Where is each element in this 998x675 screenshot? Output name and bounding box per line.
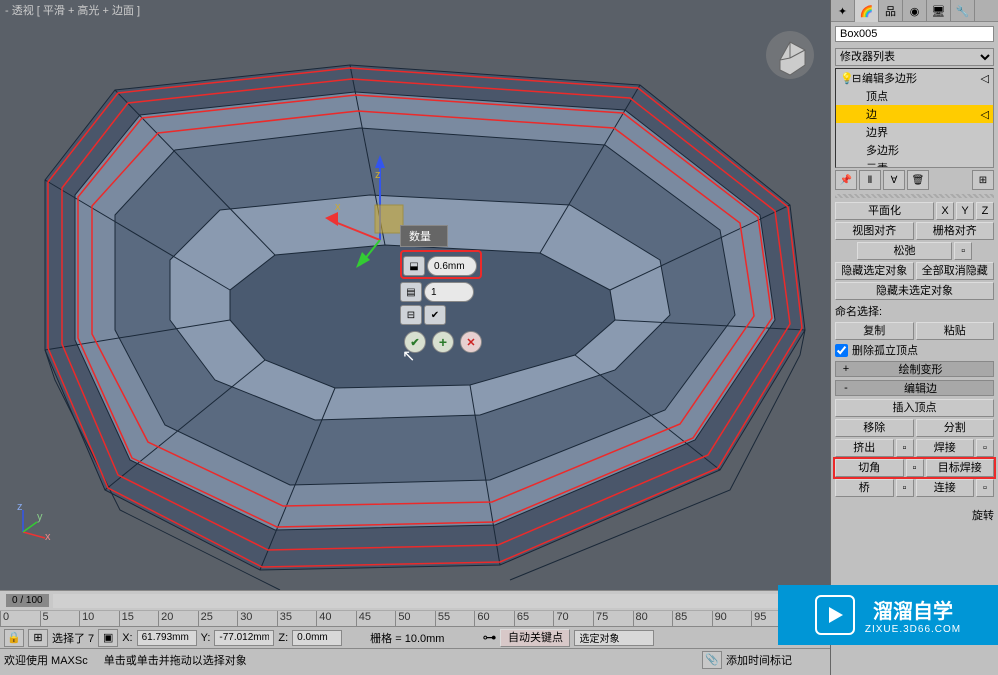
chamfer-segments-icon[interactable]: ▤	[400, 282, 422, 302]
delete-isolated-check[interactable]: 删除孤立顶点	[835, 342, 994, 358]
weld-settings-button[interactable]: ▫	[976, 439, 994, 457]
display-tab[interactable]: 🖥	[927, 0, 951, 22]
show-result-button[interactable]: Ⅱ	[859, 170, 881, 190]
view-align-button[interactable]: 视图对齐	[835, 222, 914, 240]
watermark: 溜溜自学 ZIXUE.3D66.COM	[778, 585, 998, 645]
timeline-position: 0 / 100	[6, 594, 49, 607]
target-weld-button[interactable]: 目标焊接	[926, 459, 995, 477]
modifier-stack[interactable]: 💡⊟编辑多边形◁ 顶点 边◁ 边界 多边形 元素 Box	[835, 68, 994, 168]
connect-button[interactable]: 连接	[916, 479, 975, 497]
panel-tabs: ✦ 🌈 品 ◉ 🖥 🔧	[831, 0, 998, 22]
hint-text: 单击或单击并拖动以选择对象	[104, 652, 247, 668]
chamfer-open-icon[interactable]: ⊟	[400, 305, 422, 325]
chamfer-amount-input[interactable]	[427, 256, 477, 276]
object-name-field[interactable]	[835, 26, 994, 44]
modifier-list-dropdown[interactable]: 修改器列表	[835, 48, 994, 66]
svg-text:x: x	[45, 531, 51, 540]
connect-settings-button[interactable]: ▫	[976, 479, 994, 497]
stack-vertex[interactable]: 顶点	[836, 87, 993, 105]
timeline-track[interactable]	[53, 594, 826, 608]
motion-tab[interactable]: ◉	[903, 0, 927, 22]
pin-stack-button[interactable]: 📌	[835, 170, 857, 190]
remove-button[interactable]: 移除	[835, 419, 914, 437]
lock-icon: 🔒	[7, 631, 21, 644]
chamfer-amount-icon[interactable]: ⬓	[403, 256, 425, 276]
selection-target-input[interactable]	[574, 630, 654, 646]
command-panel: ✦ 🌈 品 ◉ 🖥 🔧 修改器列表 💡⊟编辑多边形◁ 顶点 边◁ 边界 多边形 …	[830, 0, 998, 675]
chamfer-button[interactable]: 切角	[835, 459, 904, 477]
relax-settings-button[interactable]: ▫	[954, 242, 972, 260]
extrude-settings-button[interactable]: ▫	[896, 439, 914, 457]
paste-button[interactable]: 粘贴	[916, 322, 995, 340]
paint-deform-rollout[interactable]: +绘制变形	[835, 361, 994, 377]
time-ruler[interactable]: 0 5 10 15 20 25 30 35 40 45 50 55 60 65 …	[0, 610, 830, 626]
stack-edit-poly[interactable]: 💡⊟编辑多边形◁	[836, 69, 993, 87]
cursor-icon: ↖	[402, 346, 415, 366]
split-button[interactable]: 分割	[916, 419, 995, 437]
grid-align-button[interactable]: 栅格对齐	[916, 222, 995, 240]
bridge-button[interactable]: 桥	[835, 479, 894, 497]
viewport-3d[interactable]: - 透视 [ 平滑 + 高光 + 边面 ]	[0, 0, 830, 590]
unhide-all-button[interactable]: 全部取消隐藏	[916, 262, 995, 280]
transform-y-input[interactable]	[214, 630, 274, 646]
welcome-text: 欢迎使用 MAXSc	[4, 652, 88, 668]
svg-text:y: y	[37, 511, 43, 523]
planar-y-button[interactable]: Y	[956, 202, 974, 220]
chamfer-option-icon[interactable]: ✔	[424, 305, 446, 325]
hierarchy-tab[interactable]: 品	[879, 0, 903, 22]
transform-z-input[interactable]	[292, 630, 342, 646]
stack-edge[interactable]: 边◁	[836, 105, 993, 123]
chamfer-caddy: 数量 ⬓ ▤ ⊟ ✔ ✔ + ✕	[400, 225, 482, 353]
addtime-icon[interactable]: 📎	[702, 651, 722, 669]
key-lock-icon[interactable]: ⊶	[482, 629, 496, 646]
autokey-button[interactable]: 自动关键点	[500, 629, 570, 647]
edit-edges-rollout[interactable]: -编辑边	[835, 380, 994, 396]
selection-count: 选择了 7	[52, 630, 94, 646]
bridge-settings-button[interactable]: ▫	[896, 479, 914, 497]
caddy-cancel-button[interactable]: ✕	[460, 331, 482, 353]
transform-x-input[interactable]	[137, 630, 197, 646]
axis-indicator: z x y	[15, 500, 55, 540]
caddy-apply-button[interactable]: +	[432, 331, 454, 353]
lock-selection-button[interactable]: 🔒	[4, 629, 24, 647]
timeline[interactable]: 0 / 100	[0, 590, 830, 610]
snap-button[interactable]: ⊞	[28, 629, 48, 647]
transform-icon[interactable]: ▣	[98, 629, 118, 647]
svg-text:z: z	[17, 501, 23, 513]
named-sel-label: 命名选择:	[835, 303, 994, 319]
grid-status: 栅格 = 10.0mm	[370, 630, 444, 646]
configure-button[interactable]: ⊞	[972, 170, 994, 190]
hide-selected-button[interactable]: 隐藏选定对象	[835, 262, 914, 280]
chamfer-segments-input[interactable]	[424, 282, 474, 302]
insert-vertex-button[interactable]: 插入顶点	[835, 399, 994, 417]
chamfer-settings-button[interactable]: ▫	[906, 459, 924, 477]
relax-button[interactable]: 松弛	[857, 242, 952, 260]
stack-polygon[interactable]: 多边形	[836, 141, 993, 159]
make-unique-button[interactable]: ∀	[883, 170, 905, 190]
utilities-tab[interactable]: 🔧	[951, 0, 975, 22]
play-icon	[815, 595, 855, 635]
planar-x-button[interactable]: X	[936, 202, 954, 220]
copy-button[interactable]: 复制	[835, 322, 914, 340]
extrude-button[interactable]: 挤出	[835, 439, 894, 457]
stack-element[interactable]: 元素	[836, 159, 993, 168]
stack-border[interactable]: 边界	[836, 123, 993, 141]
planar-z-button[interactable]: Z	[976, 202, 994, 220]
modify-tab[interactable]: 🌈	[855, 0, 879, 22]
weld-button[interactable]: 焊接	[916, 439, 975, 457]
remove-mod-button[interactable]: 🗑	[907, 170, 929, 190]
hide-unselected-button[interactable]: 隐藏未选定对象	[835, 282, 994, 300]
create-tab[interactable]: ✦	[831, 0, 855, 22]
planarize-button[interactable]: 平面化	[835, 202, 934, 220]
caddy-title: 数量	[400, 225, 448, 247]
